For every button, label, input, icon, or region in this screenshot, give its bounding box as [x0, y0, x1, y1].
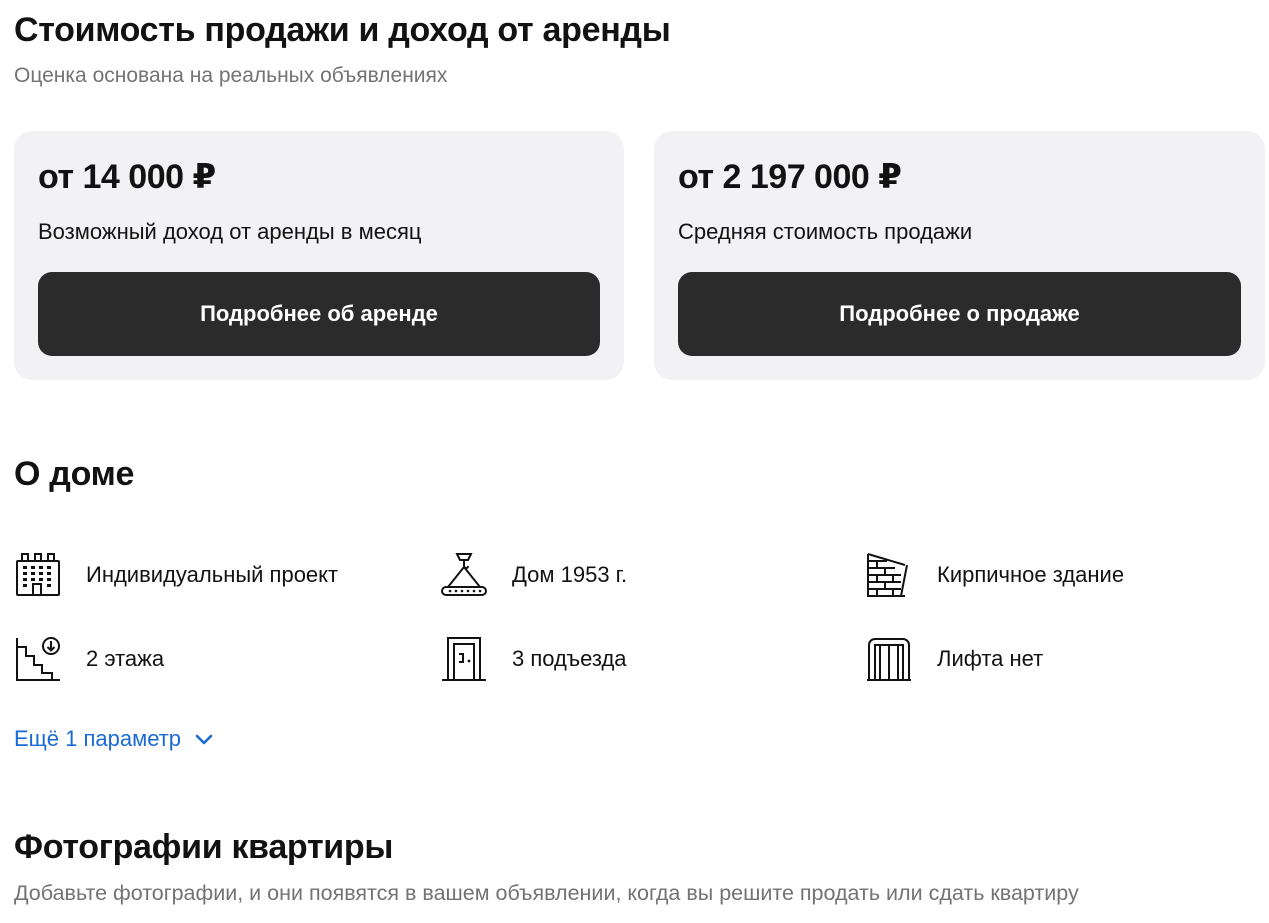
feature-elevator: Лифта нет [865, 634, 1043, 684]
feature-year-label: Дом 1953 г. [512, 562, 628, 587]
rent-card: от 14 000 ₽ Возможный доход от аренды в … [14, 131, 624, 380]
photos-subtitle: Добавьте фотографии, и они появятся в ва… [14, 881, 1079, 905]
show-more-params-link[interactable]: Ещё 1 параметр [14, 724, 215, 754]
valuation-title: Стоимость продажи и доход от аренды [14, 11, 671, 49]
rent-price: от 14 000 ₽ [38, 158, 216, 196]
elevator-icon [865, 635, 913, 683]
brick-wall-icon [865, 551, 913, 599]
show-more-params-label: Ещё 1 параметр [14, 726, 182, 751]
sale-caption: Средняя стоимость продажи [678, 219, 973, 244]
crane-hook-icon [440, 551, 488, 599]
sale-price: от 2 197 000 ₽ [678, 158, 902, 196]
photos-title: Фотографии квартиры [14, 828, 394, 866]
feature-floors: 2 этажа [14, 634, 164, 684]
rent-caption: Возможный доход от аренды в месяц [38, 219, 422, 244]
feature-entrances: 3 подъезда [440, 634, 627, 684]
sale-details-button[interactable]: Подробнее о продаже [678, 272, 1241, 356]
sale-card: от 2 197 000 ₽ Средняя стоимость продажи… [654, 131, 1265, 380]
feature-entrances-label: 3 подъезда [512, 646, 627, 671]
feature-project-label: Индивидуальный проект [86, 562, 339, 587]
feature-elevator-label: Лифта нет [937, 646, 1044, 671]
rent-details-button[interactable]: Подробнее об аренде [38, 272, 600, 356]
stairs-icon [14, 635, 62, 683]
feature-project: Индивидуальный проект [14, 550, 338, 600]
feature-year: Дом 1953 г. [440, 550, 627, 600]
chevron-down-icon [193, 728, 215, 750]
feature-material: Кирпичное здание [865, 550, 1124, 600]
door-icon [440, 635, 488, 683]
valuation-subtitle: Оценка основана на реальных объявлениях [14, 64, 448, 87]
building-icon [14, 551, 62, 599]
house-title: О доме [14, 455, 135, 493]
feature-floors-label: 2 этажа [86, 646, 165, 671]
feature-material-label: Кирпичное здание [937, 562, 1125, 587]
